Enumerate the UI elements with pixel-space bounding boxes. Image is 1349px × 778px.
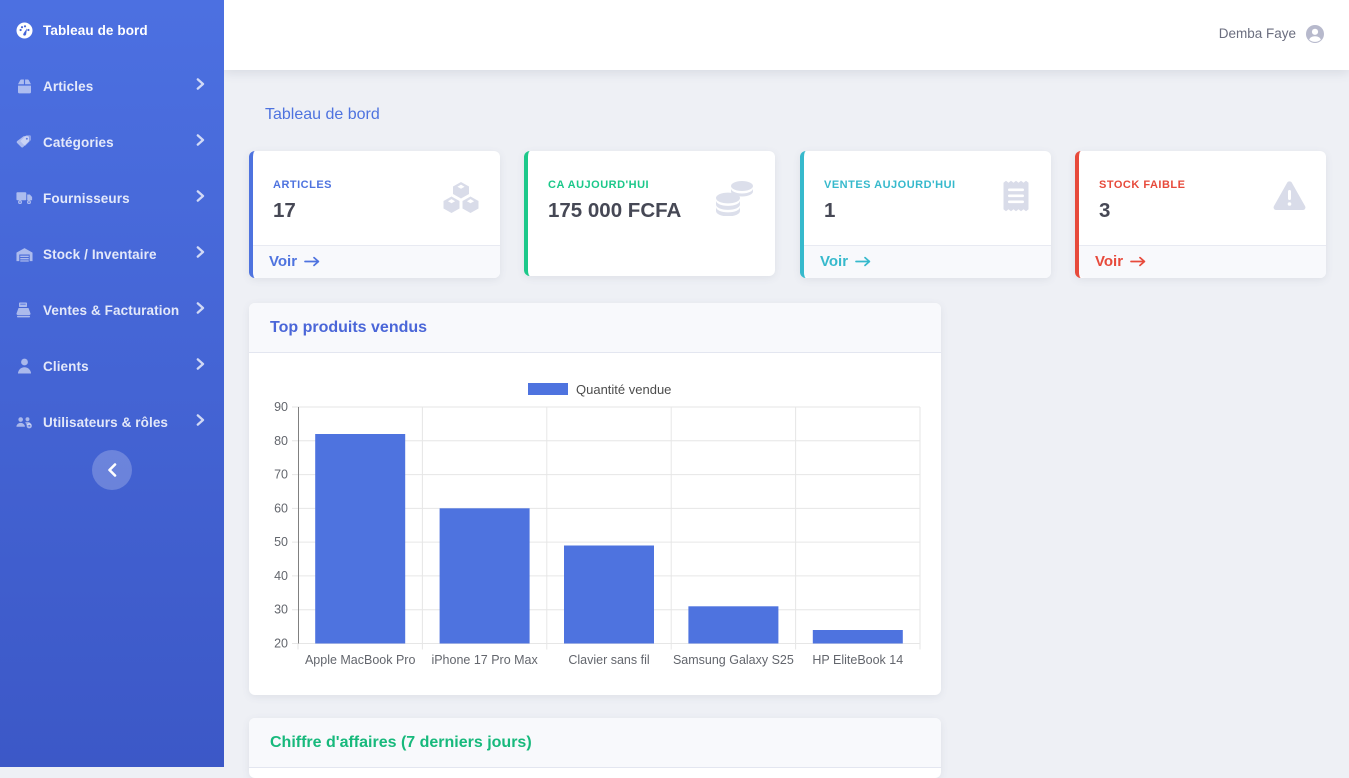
svg-text:80: 80 bbox=[274, 434, 288, 448]
svg-text:Clavier sans fil: Clavier sans fil bbox=[568, 653, 649, 667]
svg-text:90: 90 bbox=[274, 400, 288, 414]
svg-text:70: 70 bbox=[274, 468, 288, 482]
svg-text:Apple MacBook Pro: Apple MacBook Pro bbox=[305, 653, 416, 667]
svg-text:Quantité vendue: Quantité vendue bbox=[576, 382, 671, 397]
svg-text:20: 20 bbox=[274, 637, 288, 651]
svg-text:40: 40 bbox=[274, 569, 288, 583]
svg-text:HP EliteBook 14: HP EliteBook 14 bbox=[812, 653, 903, 667]
svg-text:Samsung Galaxy S25: Samsung Galaxy S25 bbox=[673, 653, 794, 667]
svg-text:30: 30 bbox=[274, 603, 288, 617]
svg-text:50: 50 bbox=[274, 535, 288, 549]
svg-text:iPhone 17 Pro Max: iPhone 17 Pro Max bbox=[431, 653, 538, 667]
svg-text:60: 60 bbox=[274, 501, 288, 515]
